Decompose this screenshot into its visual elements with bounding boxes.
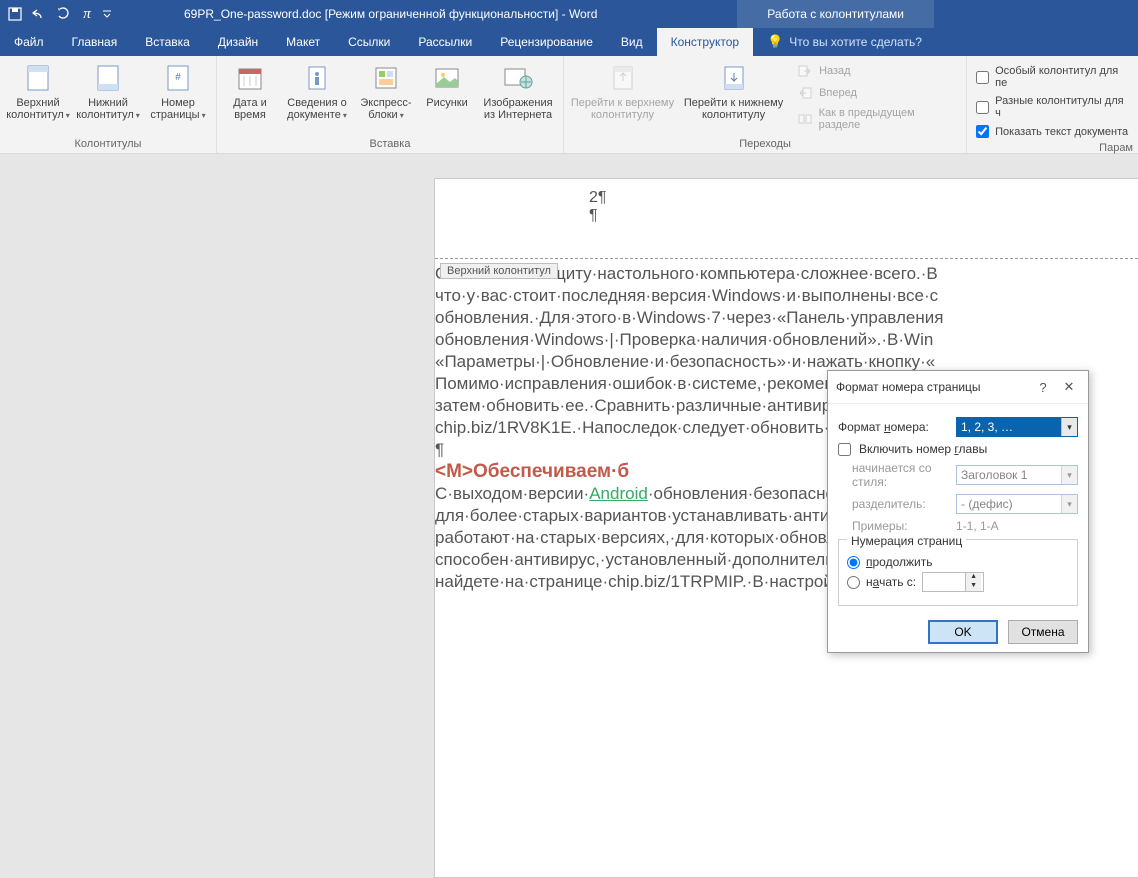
footer-icon	[91, 61, 125, 95]
page-number-field: 2¶	[589, 189, 1138, 207]
separator-select: - (дефис) ▾	[956, 494, 1078, 514]
page-number-format-dialog: Формат номера страницы ? ✕ Формат номера…	[827, 370, 1089, 653]
online-pictures-button[interactable]: Изображенияиз Интернета	[478, 59, 558, 136]
tab-design[interactable]: Дизайн	[204, 28, 272, 56]
footer-button[interactable]: Нижнийколонтитул▾	[75, 59, 141, 136]
chevron-down-icon: ▾	[1061, 466, 1077, 484]
docinfo-icon	[300, 61, 334, 95]
page-number-button[interactable]: # Номерстраницы▾	[145, 59, 211, 136]
equation-icon[interactable]: π	[76, 3, 98, 25]
group-headers-footers: Верхнийколонтитул▾ Нижнийколонтитул▾ # Н…	[0, 56, 217, 153]
prev-icon	[797, 63, 813, 79]
tell-me-text: Что вы хотите сделать?	[789, 35, 922, 49]
chapter-style-select: Заголовок 1 ▾	[956, 465, 1078, 485]
tab-layout[interactable]: Макет	[272, 28, 334, 56]
tab-insert[interactable]: Вставка	[131, 28, 204, 56]
numbering-fieldset: Нумерация страниц продолжить начать с: ▲…	[838, 539, 1078, 606]
header-icon	[21, 61, 55, 95]
ribbon-tabs: Файл Главная Вставка Дизайн Макет Ссылки…	[0, 28, 1138, 56]
spin-up[interactable]: ▲	[966, 573, 981, 582]
examples-value: 1-1, 1-A	[956, 519, 999, 533]
different-odd-even-check[interactable]: Разные колонтитулы для ч	[972, 93, 1133, 121]
goto-header-icon	[606, 61, 640, 95]
group-insert: Дата ивремя Сведения одокументе▾ Экспрес…	[217, 56, 564, 153]
cancel-button[interactable]: Отмена	[1008, 620, 1078, 644]
title-bar: π 69PR_One-password.doc [Режим ограничен…	[0, 0, 1138, 28]
chevron-down-icon: ▾	[1061, 418, 1077, 436]
empty-para: ¶	[589, 207, 1138, 225]
tab-view[interactable]: Вид	[607, 28, 657, 56]
fieldset-legend: Нумерация страниц	[847, 534, 966, 548]
style-label: начинается со стиля:	[838, 461, 948, 489]
text-line: что·у·вас·стоит·последняя·версия·Windows…	[435, 285, 1138, 307]
tell-me-search[interactable]: 💡 Что вы хотите сделать?	[753, 28, 936, 56]
group-label: Переходы	[569, 136, 961, 153]
undo-icon[interactable]	[28, 3, 50, 25]
group-label: Колонтитулы	[5, 136, 211, 153]
goto-footer-icon	[717, 61, 751, 95]
different-first-page-check[interactable]: Особый колонтитул для пе	[972, 63, 1133, 91]
goto-footer-button[interactable]: Перейти к нижнемуколонтитулу	[680, 59, 787, 136]
link-icon	[797, 111, 813, 127]
save-icon[interactable]	[4, 3, 26, 25]
document-info-button[interactable]: Сведения одокументе▾	[282, 59, 352, 136]
dialog-titlebar[interactable]: Формат номера страницы ? ✕	[828, 371, 1088, 404]
pictures-button[interactable]: Рисунки	[420, 59, 474, 136]
include-chapter-check[interactable]: Включить номер главы	[838, 442, 1078, 456]
start-at-spinner[interactable]: ▲▼	[922, 572, 984, 592]
examples-label: Примеры:	[838, 519, 948, 533]
dialog-title: Формат номера страницы	[836, 380, 981, 394]
separator-label: разделитель:	[838, 497, 948, 511]
quick-access-toolbar: π	[4, 3, 114, 25]
chevron-down-icon: ▾	[1061, 495, 1077, 513]
online-pictures-icon	[501, 61, 535, 95]
nav-forward-button: Вперед	[791, 83, 961, 103]
start-at-radio[interactable]: начать с: ▲▼	[847, 572, 1069, 592]
ok-button[interactable]: OK	[928, 620, 998, 644]
svg-text:#: #	[175, 72, 181, 83]
spin-down[interactable]: ▼	[966, 582, 981, 591]
start-at-input[interactable]	[923, 573, 965, 591]
header-tag-label: Верхний колонтитул	[440, 263, 558, 279]
quickparts-icon	[369, 61, 403, 95]
tab-home[interactable]: Главная	[58, 28, 132, 56]
format-label: Формат номера:	[838, 420, 948, 434]
tab-designer[interactable]: Конструктор	[657, 28, 753, 56]
bulb-icon: 💡	[767, 34, 783, 50]
nav-back-button: Назад	[791, 61, 961, 81]
tab-references[interactable]: Ссылки	[334, 28, 404, 56]
next-icon	[797, 85, 813, 101]
ribbon: Верхнийколонтитул▾ Нижнийколонтитул▾ # Н…	[0, 56, 1138, 154]
contextual-tab-header: Работа с колонтитулами	[737, 0, 934, 28]
group-navigation: Перейти к верхнемуколонтитулу Перейти к …	[564, 56, 967, 153]
close-button[interactable]: ✕	[1058, 377, 1080, 397]
pictures-icon	[430, 61, 464, 95]
header-button[interactable]: Верхнийколонтитул▾	[5, 59, 71, 136]
quick-parts-button[interactable]: Экспресс-блоки▾	[356, 59, 416, 136]
help-button[interactable]: ?	[1032, 377, 1054, 397]
link-previous-button: Как в предыдущем разделе	[791, 105, 961, 133]
redo-icon[interactable]	[52, 3, 74, 25]
text-line: обновления.·Для·этого·в·Windows·7·через·…	[435, 307, 1138, 329]
goto-header-button: Перейти к верхнемуколонтитулу	[569, 59, 676, 136]
qa-customize-icon[interactable]	[100, 3, 114, 25]
number-format-select[interactable]: 1, 2, 3, … ▾	[956, 417, 1078, 437]
show-document-text-check[interactable]: Показать текст документа	[972, 123, 1133, 140]
continue-radio[interactable]: продолжить	[847, 555, 1069, 569]
page-number-icon: #	[161, 61, 195, 95]
calendar-icon	[233, 61, 267, 95]
header-region[interactable]: 2¶ ¶	[435, 179, 1138, 259]
group-label: Вставка	[222, 136, 558, 153]
tab-review[interactable]: Рецензирование	[486, 28, 607, 56]
text-line: обновления·Windows·|·Проверка·наличия·об…	[435, 329, 1138, 351]
document-title: 69PR_One-password.doc [Режим ограниченно…	[184, 7, 597, 21]
tab-file[interactable]: Файл	[0, 28, 58, 56]
tab-mailings[interactable]: Рассылки	[404, 28, 486, 56]
date-time-button[interactable]: Дата ивремя	[222, 59, 278, 136]
group-options: Особый колонтитул для пе Разные колонтит…	[967, 56, 1138, 153]
